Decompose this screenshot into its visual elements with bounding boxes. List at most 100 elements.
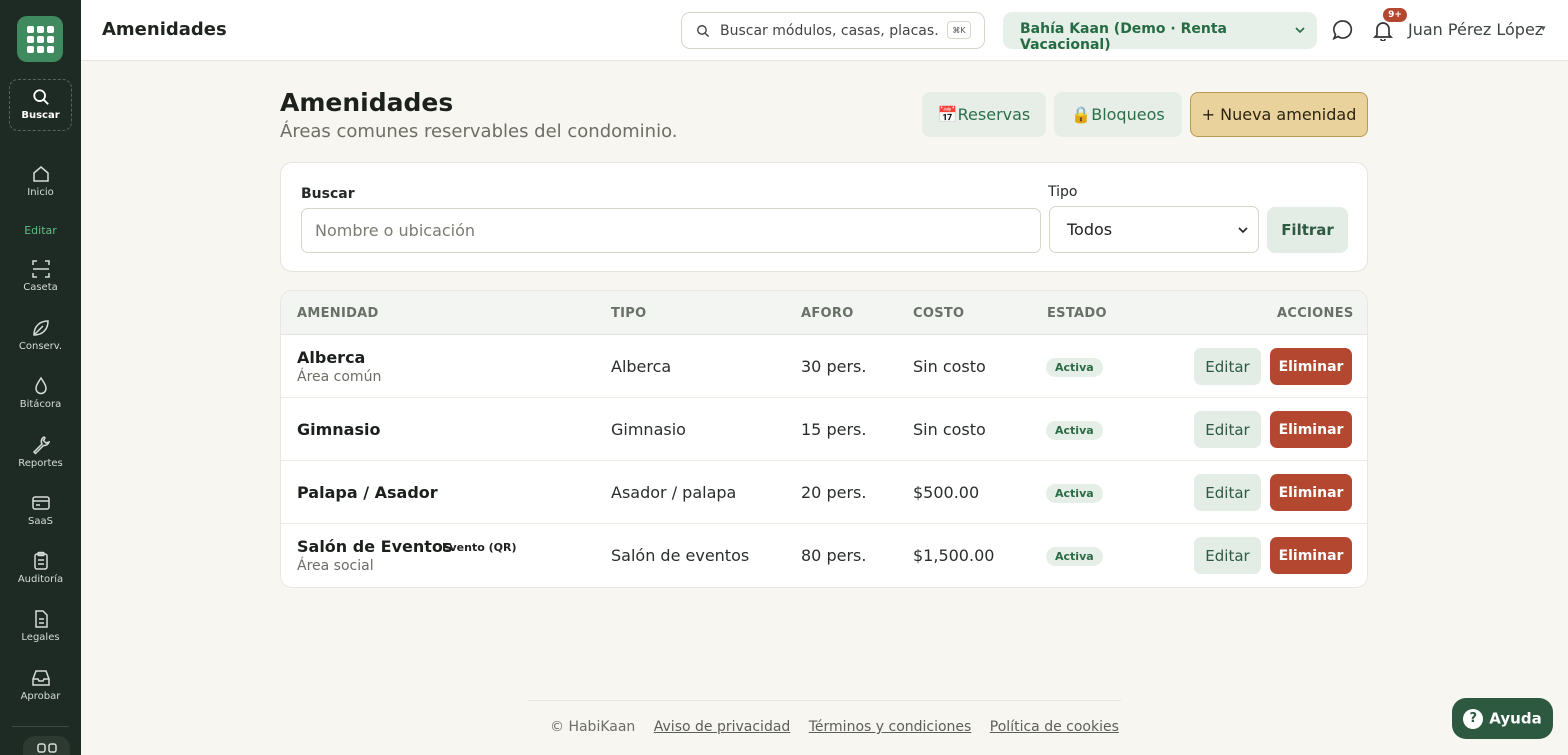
chevron-down-icon bbox=[1238, 227, 1248, 234]
table-header: AMENIDAD TIPO AFORO COSTO ESTADO ACCIONE… bbox=[281, 291, 1367, 335]
topbar-title: Amenidades bbox=[102, 19, 227, 40]
sidebar-item-label: Aprobar bbox=[20, 691, 61, 702]
sidebar-item-aprobar[interactable]: Aprobar bbox=[0, 668, 81, 702]
amenity-capacity: 15 pers. bbox=[801, 420, 867, 439]
sidebar-search-button[interactable]: Buscar bbox=[9, 79, 72, 131]
inbox-icon bbox=[31, 670, 50, 686]
sidebar-item-label: Caseta bbox=[23, 282, 58, 293]
column-header-amenidad: AMENIDAD bbox=[297, 306, 379, 321]
edit-button[interactable]: Editar bbox=[1194, 474, 1261, 511]
column-header-acciones: ACCIONES bbox=[1277, 306, 1354, 321]
sidebar-item-saas[interactable]: SaaS bbox=[0, 493, 81, 527]
drop-icon bbox=[34, 376, 47, 395]
footer-divider bbox=[528, 700, 1121, 701]
question-icon: ? bbox=[1463, 708, 1484, 729]
table-row: Salón de Eventos Evento (QR) Área social… bbox=[281, 524, 1367, 587]
new-amenity-button[interactable]: + Nueva amenidad bbox=[1190, 92, 1368, 137]
amenity-capacity: 30 pers. bbox=[801, 357, 867, 376]
amenity-type: Salón de eventos bbox=[611, 546, 750, 565]
page-subtitle: Áreas comunes reservables del condominio… bbox=[280, 121, 678, 142]
sidebar-collapse-button[interactable] bbox=[23, 736, 70, 755]
amenity-type: Alberca bbox=[611, 357, 672, 376]
delete-button[interactable]: Eliminar bbox=[1270, 411, 1352, 448]
type-select-value: Todos bbox=[1067, 220, 1113, 239]
notifications-badge: 9+ bbox=[1383, 8, 1407, 22]
amenity-name: Salón de Eventos bbox=[297, 537, 453, 556]
delete-button[interactable]: Eliminar bbox=[1270, 537, 1352, 574]
leaf-icon bbox=[32, 320, 49, 336]
edit-button[interactable]: Editar bbox=[1194, 348, 1261, 385]
help-button-label: Ayuda bbox=[1489, 709, 1542, 727]
card-icon bbox=[31, 496, 50, 510]
sidebar-item-bitacora[interactable]: Bitácora bbox=[0, 376, 81, 410]
column-header-aforo: AFORO bbox=[801, 306, 854, 321]
table-row: Palapa / Asador Asador / palapa 20 pers.… bbox=[281, 461, 1367, 524]
amenity-cost: Sin costo bbox=[913, 357, 986, 376]
sidebar-item-inicio[interactable]: Inicio bbox=[0, 164, 81, 198]
column-header-estado: ESTADO bbox=[1047, 306, 1107, 321]
status-badge: Activa bbox=[1046, 547, 1103, 566]
global-search-input[interactable] bbox=[720, 21, 940, 41]
sidebar-item-caseta[interactable]: Caseta bbox=[0, 259, 81, 293]
chat-icon[interactable] bbox=[1332, 19, 1354, 41]
search-icon bbox=[32, 89, 49, 105]
terms-link[interactable]: Términos y condiciones bbox=[809, 719, 972, 735]
sidebar-search-label: Buscar bbox=[21, 110, 60, 121]
filter-card: Buscar Tipo Todos Filtrar bbox=[280, 162, 1368, 272]
page-title: Amenidades bbox=[280, 88, 454, 117]
amenity-name: Palapa / Asador bbox=[297, 483, 438, 502]
sidebar-item-label: Bitácora bbox=[19, 399, 62, 410]
column-header-costo: COSTO bbox=[913, 306, 965, 321]
sidebar-section-editar: Editar bbox=[24, 224, 57, 237]
amenity-tag: Evento (QR) bbox=[442, 541, 517, 554]
sidebar-item-label: Reportes bbox=[18, 458, 63, 469]
sidebar-divider bbox=[12, 726, 69, 727]
amenity-cost: Sin costo bbox=[913, 420, 986, 439]
edit-button[interactable]: Editar bbox=[1194, 537, 1261, 574]
sidebar-item-label: Inicio bbox=[27, 187, 54, 198]
search-shortcut: ⌘K bbox=[947, 21, 971, 39]
table-row: Gimnasio Gimnasio 15 pers. Sin costo Act… bbox=[281, 398, 1367, 461]
caret-down-icon[interactable]: ▾ bbox=[1541, 24, 1546, 34]
sidebar-item-label: SaaS bbox=[28, 516, 53, 527]
delete-button[interactable]: Eliminar bbox=[1270, 348, 1352, 385]
delete-button[interactable]: Eliminar bbox=[1270, 474, 1352, 511]
sidebar: Buscar Inicio Editar Caseta Conserv. Bit… bbox=[0, 0, 81, 755]
sidebar-item-conserv[interactable]: Conserv. bbox=[0, 318, 81, 352]
sidebar-item-label: Auditoría bbox=[17, 574, 64, 585]
amenity-subtitle: Área social bbox=[297, 558, 374, 574]
org-selector-label: Bahía Kaan (Demo · Renta Vacacional) bbox=[1020, 21, 1227, 53]
apps-grid-icon[interactable] bbox=[17, 16, 63, 62]
sidebar-item-label: Conserv. bbox=[18, 341, 63, 352]
topbar: Amenidades ⌘K Bahía Kaan (Demo · Renta V… bbox=[81, 0, 1568, 61]
search-icon bbox=[697, 25, 710, 38]
status-badge: Activa bbox=[1046, 421, 1103, 440]
sidebar-item-auditoria[interactable]: Auditoría bbox=[0, 551, 81, 585]
help-button[interactable]: ? Ayuda bbox=[1452, 698, 1553, 739]
amenity-name: Gimnasio bbox=[297, 420, 381, 439]
amenity-subtitle: Área común bbox=[297, 369, 382, 385]
bloqueos-button[interactable]: 🔒Bloqueos bbox=[1054, 92, 1182, 137]
global-search[interactable]: ⌘K bbox=[681, 12, 985, 49]
clipboard-icon bbox=[33, 551, 48, 570]
status-badge: Activa bbox=[1046, 484, 1103, 503]
amenity-type: Gimnasio bbox=[611, 420, 686, 439]
type-select[interactable]: Todos bbox=[1049, 206, 1259, 253]
amenities-table: AMENIDAD TIPO AFORO COSTO ESTADO ACCIONE… bbox=[280, 290, 1368, 588]
sidebar-item-legales[interactable]: Legales bbox=[0, 609, 81, 643]
type-field-label: Tipo bbox=[1048, 184, 1078, 200]
cookies-link[interactable]: Política de cookies bbox=[990, 719, 1119, 735]
sidebar-item-reportes[interactable]: Reportes bbox=[0, 435, 81, 469]
search-input[interactable] bbox=[301, 208, 1041, 253]
user-menu[interactable]: Juan Pérez López bbox=[1408, 20, 1543, 39]
edit-button[interactable]: Editar bbox=[1194, 411, 1261, 448]
amenity-capacity: 80 pers. bbox=[801, 546, 867, 565]
bell-icon[interactable] bbox=[1372, 19, 1394, 41]
table-row: Alberca Área común Alberca 30 pers. Sin … bbox=[281, 335, 1367, 398]
filter-button[interactable]: Filtrar bbox=[1267, 207, 1348, 253]
org-selector[interactable]: Bahía Kaan (Demo · Renta Vacacional) bbox=[1003, 12, 1317, 53]
sidebar-item-label: Legales bbox=[21, 632, 60, 643]
reservas-button[interactable]: 📅Reservas bbox=[922, 92, 1046, 137]
privacy-link[interactable]: Aviso de privacidad bbox=[654, 719, 791, 735]
amenity-cost: $1,500.00 bbox=[913, 546, 995, 565]
